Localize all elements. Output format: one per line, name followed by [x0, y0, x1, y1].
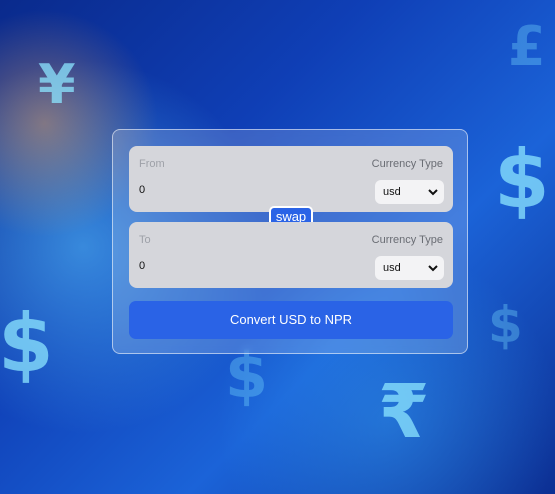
- from-currency-value: usd: [383, 186, 401, 198]
- from-label: From: [139, 158, 165, 170]
- convert-button[interactable]: Convert USD to NPR: [129, 301, 453, 339]
- rupee-symbol: ₹: [378, 369, 430, 455]
- from-currency-type-label: Currency Type: [371, 158, 443, 170]
- from-currency-select[interactable]: usd: [375, 180, 444, 204]
- chevron-down-icon: [428, 265, 438, 272]
- dollar-symbol-left: $: [0, 297, 54, 390]
- to-amount-input[interactable]: 0: [139, 260, 145, 272]
- dollar-symbol-right: $: [494, 133, 550, 226]
- pound-symbol: £: [508, 15, 546, 78]
- to-panel: To Currency Type 0 usd: [129, 222, 453, 288]
- to-currency-type-label: Currency Type: [371, 234, 443, 246]
- dollar-symbol-bottom: $: [488, 296, 523, 354]
- to-currency-select[interactable]: usd: [375, 256, 444, 280]
- chevron-down-icon: [428, 189, 438, 196]
- to-label: To: [139, 234, 151, 246]
- from-amount-input[interactable]: 0: [139, 184, 145, 196]
- dollar-symbol-center: $: [225, 339, 269, 412]
- to-currency-value: usd: [383, 262, 401, 274]
- converter-card: From Currency Type 0 usd swap To Currenc…: [112, 129, 468, 354]
- yen-symbol: ¥: [38, 53, 76, 116]
- from-panel: From Currency Type 0 usd: [129, 146, 453, 212]
